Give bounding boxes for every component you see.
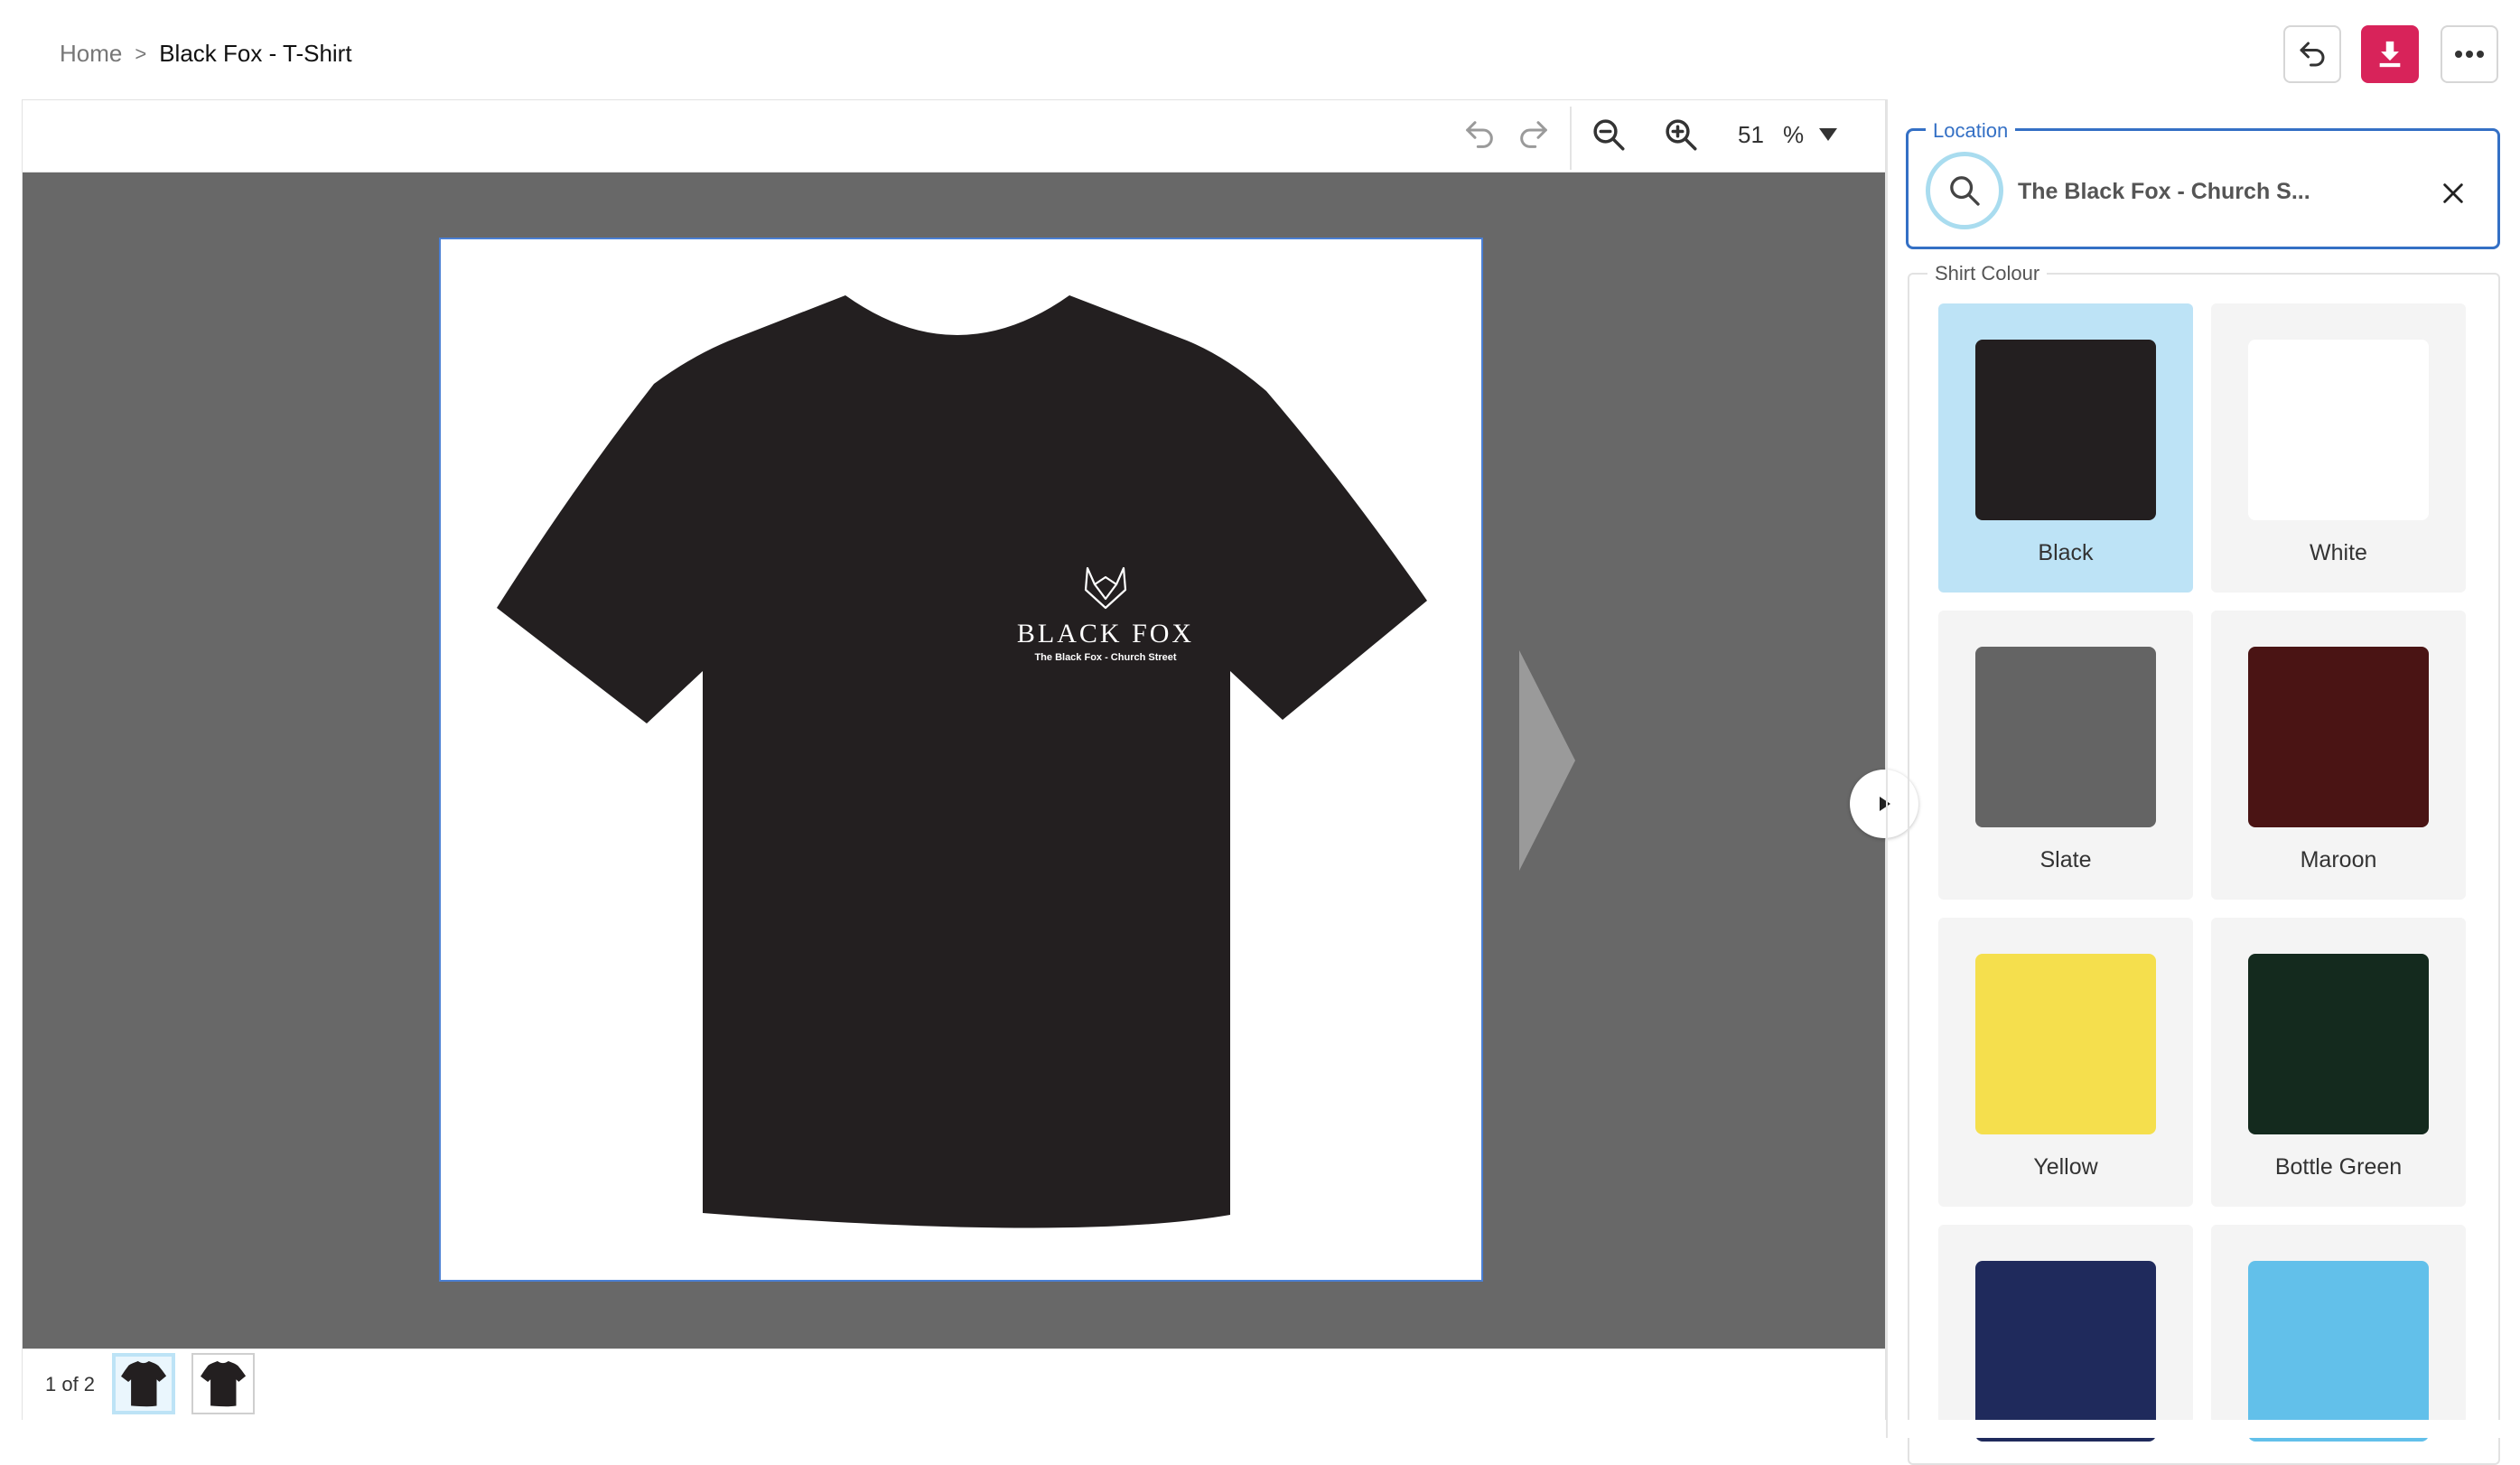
colour-name: Bottle Green: [2274, 1154, 2403, 1180]
colour-option-sky-blue[interactable]: [2211, 1225, 2466, 1442]
colour-swatch: [2248, 1261, 2429, 1442]
location-label: Location: [1926, 119, 2016, 143]
search-icon: [1950, 176, 1980, 206]
colour-swatch: [2248, 954, 2429, 1134]
colour-option-maroon[interactable]: Maroon: [2211, 611, 2466, 900]
colour-name: Slate: [2039, 847, 2092, 872]
canvas-redo-button[interactable]: [1516, 114, 1552, 155]
zoom-out-icon: [1593, 119, 1625, 151]
zoom-out-button[interactable]: [1588, 114, 1629, 155]
colour-name: White: [2310, 540, 2367, 565]
play-right-icon: [1880, 797, 1890, 811]
toolbar-divider: [1570, 107, 1572, 170]
zoom-unit: %: [1783, 121, 1805, 148]
t-shirt-thumbnail-icon: [121, 1361, 167, 1407]
page-counter: 1 of 2: [45, 1373, 96, 1395]
next-view-button[interactable]: [1519, 650, 1575, 875]
t-shirt-mockup: BLACK FOX The Black Fox - Church Street: [497, 295, 1427, 1228]
caret-down-icon: [1819, 128, 1837, 141]
location-clear-button[interactable]: [2437, 177, 2469, 210]
artboard[interactable]: BLACK FOX The Black Fox - Church Street: [439, 238, 1483, 1282]
more-dots-icon: [2455, 51, 2484, 58]
colour-swatch: [2248, 647, 2429, 827]
colour-swatch: [1975, 1261, 2156, 1442]
more-options-button[interactable]: [2441, 25, 2498, 83]
breadcrumb-home-link[interactable]: Home: [60, 40, 122, 68]
download-button[interactable]: [2361, 25, 2419, 83]
colour-option-slate[interactable]: Slate: [1938, 611, 2193, 900]
colour-swatch: [2248, 340, 2429, 520]
colour-name: Yellow: [2033, 1154, 2098, 1180]
logo-title: BLACK FOX: [1017, 619, 1194, 649]
zoom-level-value[interactable]: 51: [1738, 121, 1764, 149]
shirt-colour-label: Shirt Colour: [1927, 262, 2048, 285]
page-strip: [23, 1348, 1885, 1420]
page-thumbnail-1[interactable]: [112, 1353, 175, 1414]
colour-name: Black: [2038, 540, 2094, 565]
canvas-undo-button[interactable]: [1461, 114, 1498, 155]
panel-divider: [1886, 99, 1888, 1438]
redo-icon: [1520, 121, 1547, 148]
undo-button[interactable]: [2283, 25, 2341, 83]
close-icon: [2443, 183, 2463, 203]
t-shirt-shape: [497, 295, 1427, 1228]
undo-icon: [1466, 121, 1493, 148]
colour-swatch: [1975, 647, 2156, 827]
next-arrow-icon: [1519, 650, 1575, 871]
undo-arrow-icon: [2300, 42, 2325, 67]
colour-option-navy[interactable]: [1938, 1225, 2193, 1442]
zoom-dropdown-button[interactable]: [1815, 123, 1841, 146]
t-shirt-thumbnail-icon: [201, 1361, 247, 1407]
zoom-in-button[interactable]: [1660, 114, 1702, 155]
colour-option-bottle-green[interactable]: Bottle Green: [2211, 918, 2466, 1207]
zoom-in-icon: [1666, 119, 1697, 151]
colour-option-yellow[interactable]: Yellow: [1938, 918, 2193, 1207]
logo-subtitle: The Black Fox - Church Street: [1034, 652, 1176, 663]
colour-option-black[interactable]: Black: [1938, 303, 2193, 593]
colour-option-white[interactable]: White: [2211, 303, 2466, 593]
colour-swatch: [1975, 954, 2156, 1134]
location-value[interactable]: The Black Fox - Church S...: [2018, 179, 2310, 205]
page-thumbnail-2[interactable]: [191, 1353, 255, 1414]
breadcrumb: Home > Black Fox - T-Shirt: [60, 40, 352, 68]
breadcrumb-separator: >: [135, 42, 147, 65]
breadcrumb-current: Black Fox - T-Shirt: [159, 40, 352, 67]
panel-bottom-edge: [1888, 1420, 2520, 1438]
colour-name: Maroon: [2300, 847, 2377, 872]
download-icon: [2379, 41, 2401, 68]
location-search-button[interactable]: [1926, 152, 2003, 229]
colour-swatch: [1975, 340, 2156, 520]
